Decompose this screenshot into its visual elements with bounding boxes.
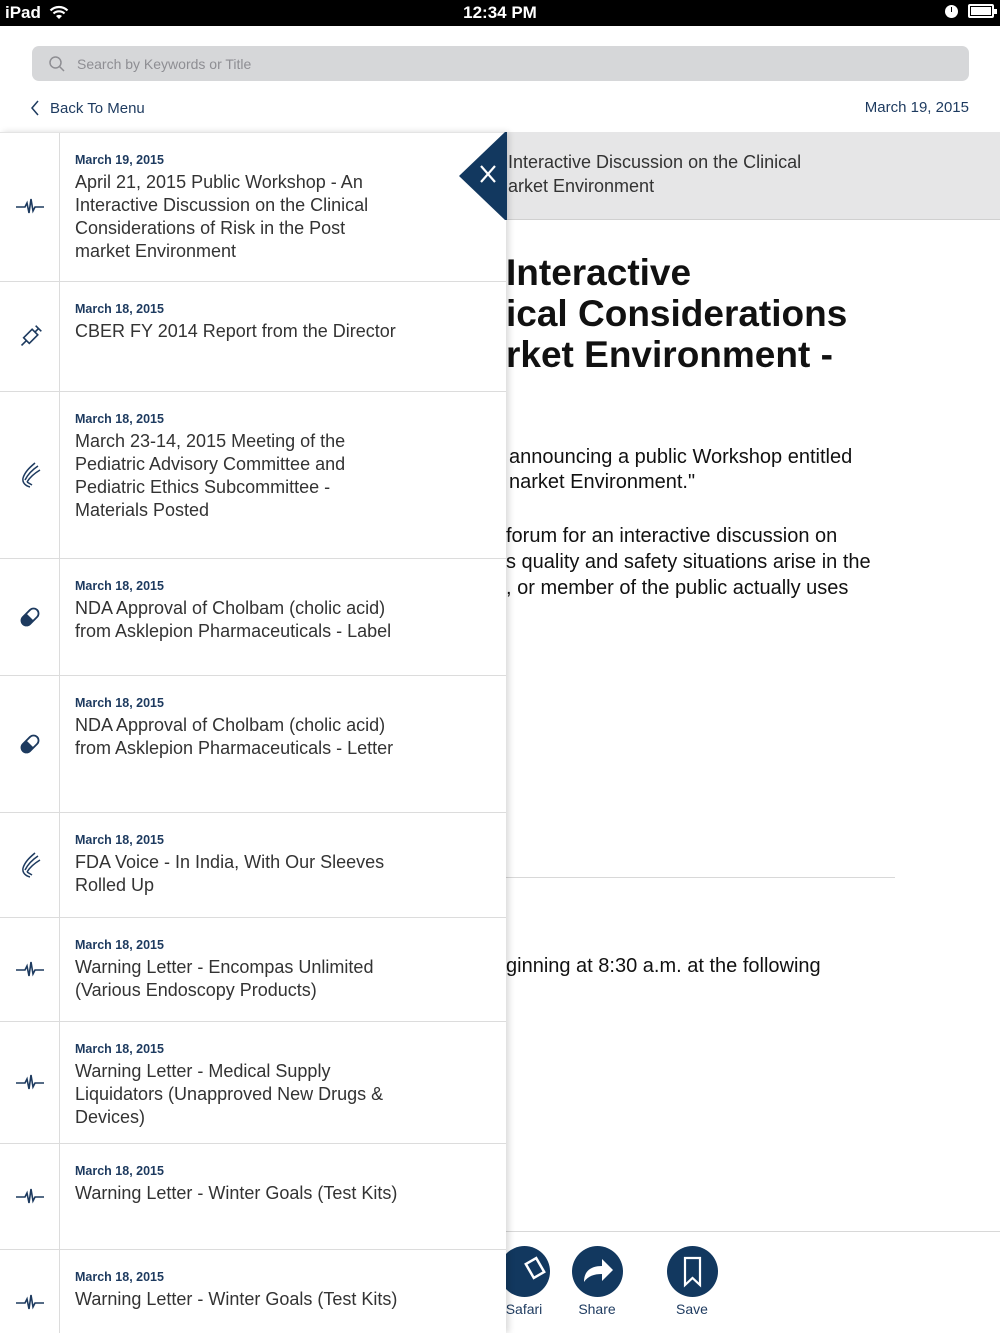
save-label: Save [676,1301,708,1317]
list-item[interactable]: March 18, 2015 Warning Letter - Winter G… [0,1144,506,1250]
icon-cell [0,392,60,558]
item-title: Warning Letter - Winter Goals (Test Kits… [75,1183,398,1203]
list-item[interactable]: March 18, 2015 FDA Voice - In India, Wit… [0,813,506,918]
pill-icon [20,734,39,754]
detail-title: Interactive ical Considerations rket Env… [506,252,848,375]
syringe-icon [20,324,42,346]
item-title: FDA Voice - In India, With Our Sleeves R… [75,852,385,895]
pulse-icon [15,1188,44,1204]
item-title: Warning Letter - Winter Goals (Test Kits… [75,1289,398,1309]
pill-icon [20,607,39,627]
item-date: March 19, 2015 [75,153,164,167]
icon-cell [0,1250,60,1333]
item-date: March 18, 2015 [75,579,164,593]
item-title: NDA Approval of Cholbam (cholic acid) fr… [75,715,394,758]
status-right [945,4,997,18]
icon-cell [0,1144,60,1249]
icon-cell [0,1022,60,1143]
chevron-left-icon [31,100,39,116]
share-label: Share [578,1301,616,1317]
search-icon [49,56,65,72]
item-title: March 23-14, 2015 Meeting of the Pediatr… [75,431,346,520]
list-item[interactable]: March 18, 2015 CBER FY 2014 Report from … [0,282,506,392]
list-item[interactable]: March 18, 2015 Warning Letter - Medical … [0,1022,506,1144]
item-date: March 18, 2015 [75,938,164,952]
pulse-icon [15,1294,44,1310]
item-date: March 18, 2015 [75,302,164,316]
list-item[interactable]: March 18, 2015 NDA Approval of Cholbam (… [0,676,506,813]
pulse-icon [15,961,44,977]
icon-cell [0,813,60,917]
status-bar: iPad 12:34 PM [0,0,1000,26]
news-list: March 19, 2015 April 21, 2015 Public Wor… [0,132,506,1333]
alarm-clock-icon [945,4,958,18]
item-date: March 18, 2015 [75,1270,164,1284]
detail-header-text: Interactive Discussion on the Clinical a… [508,152,802,196]
hhs-eagle-icon [21,462,40,488]
list-item[interactable]: March 18, 2015 March 23-14, 2015 Meeting… [0,392,506,559]
item-date: March 18, 2015 [75,696,164,710]
detail-paragraph: forum for an interactive discussion on s… [506,525,871,599]
safari-icon [506,1246,550,1297]
list-item[interactable]: March 18, 2015 NDA Approval of Cholbam (… [0,559,506,676]
pulse-icon [15,1074,44,1090]
share-button[interactable]: Share [557,1246,637,1326]
save-button[interactable]: Save [652,1246,732,1326]
detail-paragraph: announcing a public Workshop entitled na… [509,446,853,493]
item-date: March 18, 2015 [75,833,164,847]
hhs-eagle-icon [21,852,40,878]
close-panel-button[interactable] [459,132,507,220]
bookmark-icon [666,1246,718,1297]
nav-date: March 19, 2015 [864,99,969,116]
share-arrow-icon [571,1246,623,1297]
item-title: CBER FY 2014 Report from the Director [75,321,396,341]
safari-button[interactable]: Safari [506,1246,564,1326]
list-item[interactable]: March 18, 2015 Warning Letter - Encompas… [0,918,506,1022]
divider [506,1231,1000,1232]
item-title: NDA Approval of Cholbam (cholic acid) fr… [75,598,392,641]
back-to-menu-label: Back To Menu [50,99,145,117]
pulse-icon [15,198,44,214]
search-bar[interactable] [32,46,969,81]
icon-cell [0,676,60,812]
item-date: March 18, 2015 [75,412,164,426]
item-date: March 18, 2015 [75,1164,164,1178]
back-to-menu-link[interactable]: Back To Menu [30,98,145,118]
divider [506,877,895,878]
search-input[interactable] [77,46,957,81]
item-date: March 18, 2015 [75,1042,164,1056]
item-title: Warning Letter - Encompas Unlimited (Var… [75,957,374,1000]
list-item[interactable]: March 18, 2015 Warning Letter - Winter G… [0,1250,506,1333]
status-time: 12:34 PM [463,3,537,22]
detail-header: Interactive Discussion on the Clinical a… [506,132,1000,220]
safari-label: Safari [506,1301,543,1317]
item-title: April 21, 2015 Public Workshop - An Inte… [75,172,369,261]
battery-icon [968,4,997,18]
icon-cell [0,918,60,1021]
icon-cell [0,559,60,675]
icon-cell [0,282,60,391]
list-item[interactable]: March 19, 2015 April 21, 2015 Public Wor… [0,133,506,282]
detail-pane: Interactive Discussion on the Clinical a… [506,132,1000,1333]
icon-cell [0,133,60,281]
item-title: Warning Letter - Medical Supply Liquidat… [75,1061,384,1127]
detail-paragraph: ginning at 8:30 a.m. at the following [506,955,821,977]
